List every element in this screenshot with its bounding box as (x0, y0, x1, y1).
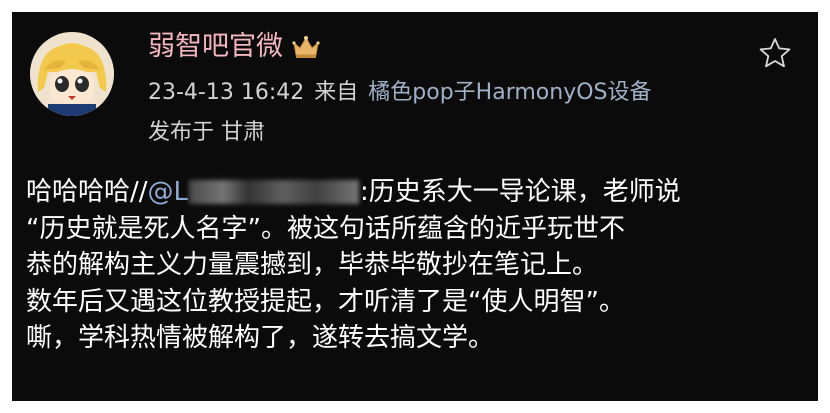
username-text[interactable]: 弱智吧官微 (148, 30, 283, 64)
crown-badge-icon (291, 34, 321, 60)
content-line: 哈哈哈哈//@L :历史系大一导论课，老师说 (26, 174, 811, 211)
post-meta: 23-4-13 16:42 来自 橘色pop子HarmonyOS设备 (148, 78, 652, 108)
post-location: 发布于 甘肃 (148, 120, 265, 145)
content-line-4: 数年后又遇这位教授提起，才听清了是“使人明智”。 (26, 286, 625, 317)
weibo-post-card: 弱智吧官微 23-4-13 16:42 来自 橘色pop子HarmonyOS设备 发… (12, 12, 818, 401)
avatar[interactable] (30, 32, 114, 116)
content-line-2: “历史就是死人名字”。被这句话所蕴含的近乎玩世不 (26, 213, 625, 244)
redacted-username (189, 180, 360, 204)
source-prefix: 来自 (314, 80, 359, 105)
content-line-5: 嘶，学科热情被解构了，遂转去搞文学。 (26, 323, 495, 353)
username[interactable]: 弱智吧官微 (148, 30, 321, 64)
avatar-image (30, 32, 114, 116)
user-mention-link[interactable]: @L (148, 177, 189, 207)
source-device-link[interactable]: 橘色pop子HarmonyOS设备 (368, 80, 651, 105)
content-line-1: :历史系大一导论课，老师说 (360, 177, 681, 207)
star-outline-icon[interactable] (758, 36, 792, 70)
timestamp: 23-4-13 16:42 (148, 80, 305, 105)
content-line-3: 恭的解构主义力量震撼到，毕恭毕敬抄在笔记上。 (26, 250, 599, 280)
content-prefix: 哈哈哈哈// (26, 177, 148, 207)
post-content: 哈哈哈哈//@L :历史系大一导论课，老师说 “历史就是死人名字”。被这句话所蕴含… (26, 174, 811, 357)
